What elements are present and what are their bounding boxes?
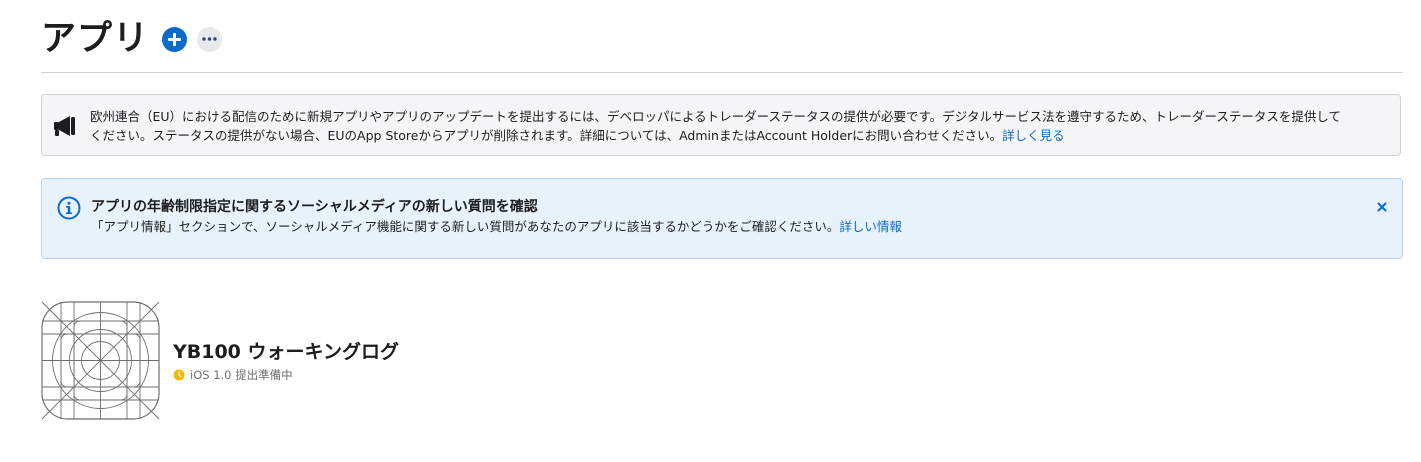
eu-notice-line2: ください。ステータスの提供がない場合、EUのApp Storeからアプリが削除さ… xyxy=(90,128,1003,143)
info-banner-title: アプリの年齢制限指定に関するソーシャルメディアの新しい質問を確認 xyxy=(91,199,538,215)
close-icon xyxy=(1377,202,1387,212)
add-app-button[interactable] xyxy=(162,26,188,52)
info-banner-text: 「アプリ情報」セクションで、ソーシャルメディア機能に関する新しい質問があなたのア… xyxy=(91,219,840,234)
app-card[interactable]: YB100 ウォーキングログ iOS 1.0 提出準備中 xyxy=(41,300,399,420)
app-placeholder-icon xyxy=(41,300,160,420)
ellipsis-icon xyxy=(202,37,217,41)
eu-trader-status-notice: 欧州連合（EU）における配信のために新規アプリやアプリのアップデートを提出するに… xyxy=(41,94,1401,156)
info-more-link[interactable]: 詳しい情報 xyxy=(839,219,902,234)
info-circle-icon xyxy=(57,196,81,220)
page-title: アプリ xyxy=(41,19,150,59)
app-name: YB100 ウォーキングログ xyxy=(173,341,399,363)
clock-status-icon xyxy=(173,369,185,381)
eu-notice-text: 欧州連合（EU）における配信のために新規アプリやアプリのアップデートを提出するに… xyxy=(90,107,1386,145)
plus-icon xyxy=(168,32,182,46)
app-status: iOS 1.0 提出準備中 xyxy=(173,367,399,383)
megaphone-icon xyxy=(54,116,75,136)
eu-learn-more-link[interactable]: 詳しく見る xyxy=(1002,128,1065,143)
page-header: アプリ xyxy=(41,14,223,64)
app-info: YB100 ウォーキングログ iOS 1.0 提出準備中 xyxy=(173,337,399,383)
header-divider xyxy=(41,72,1403,73)
eu-notice-line1: 欧州連合（EU）における配信のために新規アプリやアプリのアップデートを提出するに… xyxy=(90,109,1342,124)
close-banner-button[interactable] xyxy=(1374,199,1390,215)
apps-page: アプリ 欧州連合（EU）における配信のために新規アプリやアプリのアップデートを提… xyxy=(0,0,1421,462)
info-banner-body: 「アプリ情報」セクションで、ソーシャルメディア機能に関する新しい質問があなたのア… xyxy=(91,217,902,236)
more-options-button[interactable] xyxy=(197,26,223,52)
app-status-text: iOS 1.0 提出準備中 xyxy=(190,368,293,382)
social-media-question-banner: アプリの年齢制限指定に関するソーシャルメディアの新しい質問を確認 「アプリ情報」… xyxy=(41,178,1403,259)
